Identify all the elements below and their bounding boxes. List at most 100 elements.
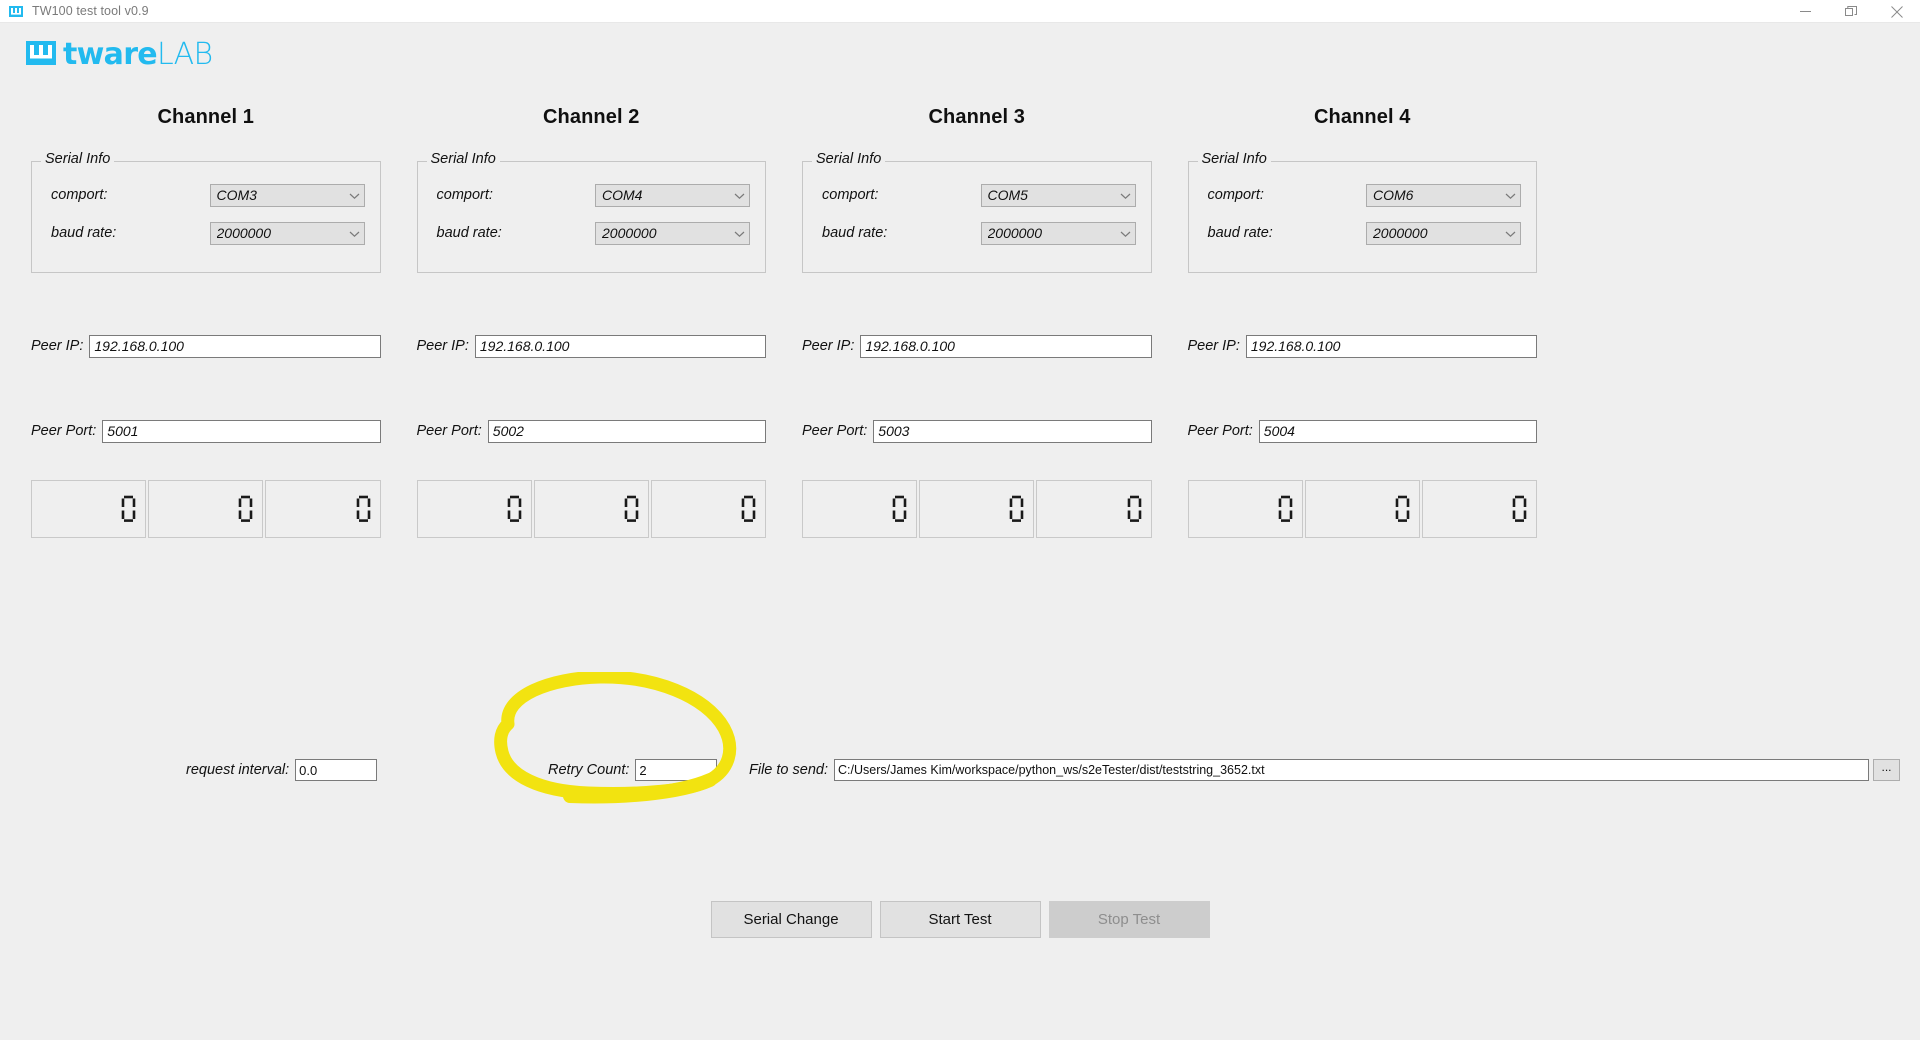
baudrate-label-1: baud rate: [51, 225, 117, 241]
comport-value-3: COM5 [987, 187, 1028, 203]
comport-label-4: comport: [1207, 187, 1264, 203]
comport-row-1: comport: COM3 [32, 176, 380, 214]
peer-port-row-4: Peer Port: 5004 [1187, 419, 1537, 443]
action-buttons: Serial Change Start Test Stop Test [0, 901, 1920, 938]
request-interval-input[interactable]: 0.0 [295, 759, 378, 781]
channel-panel-1: Channel 1 Serial Info comport: COM3 baud… [13, 106, 399, 538]
peer-ip-input-3[interactable]: 192.168.0.100 [860, 334, 1152, 358]
restore-icon[interactable] [1828, 0, 1874, 23]
browse-file-button[interactable]: ... [1873, 759, 1900, 781]
channel-panel-3: Channel 3 Serial Info comport: COM5 baud… [784, 106, 1170, 538]
file-to-send-field: File to send: C:/Users/James Kim/workspa… [749, 759, 1900, 781]
request-interval-field: request interval: 0.0 [186, 759, 378, 781]
channel-title-4: Channel 4 [1314, 106, 1411, 128]
peer-port-label-1: Peer Port: [31, 423, 97, 439]
peer-ip-row-2: Peer IP: 192.168.0.100 [416, 334, 766, 358]
peer-port-label-2: Peer Port: [416, 423, 482, 439]
serial-change-button[interactable]: Serial Change [710, 901, 872, 938]
baudrate-row-3: baud rate: 2000000 [803, 214, 1151, 252]
comport-select-3[interactable]: COM5 [980, 183, 1136, 207]
counter-display-4-2 [1304, 480, 1420, 538]
channels-grid: Channel 1 Serial Info comport: COM3 baud… [13, 106, 1920, 538]
baudrate-select-1[interactable]: 2000000 [209, 221, 365, 245]
peer-ip-input-4[interactable]: 192.168.0.100 [1245, 334, 1537, 358]
chevron-down-icon [349, 187, 360, 203]
peer-port-input-3[interactable]: 5003 [873, 419, 1152, 443]
comport-label-2: comport: [436, 187, 493, 203]
baudrate-select-3[interactable]: 2000000 [980, 221, 1136, 245]
comport-value-4: COM6 [1373, 187, 1414, 203]
counter-display-2-3 [650, 480, 767, 538]
peer-ip-label-2: Peer IP: [416, 338, 469, 354]
serial-info-legend-2: Serial Info [426, 151, 500, 167]
brand-name-light: LAB [156, 36, 213, 72]
comport-value-1: COM3 [216, 187, 257, 203]
close-icon[interactable] [1874, 0, 1920, 23]
comport-select-4[interactable]: COM6 [1366, 183, 1521, 207]
peer-ip-input-2[interactable]: 192.168.0.100 [474, 334, 766, 358]
counter-display-2-1 [416, 480, 532, 538]
counters-row-1 [31, 480, 381, 538]
retry-count-input[interactable]: 2 [635, 759, 718, 781]
baudrate-row-4: baud rate: 2000000 [1189, 214, 1537, 252]
serial-info-legend-3: Serial Info [812, 151, 886, 167]
channel-title-3: Channel 3 [928, 106, 1025, 128]
comport-select-2[interactable]: COM4 [595, 183, 750, 207]
peer-ip-label-4: Peer IP: [1187, 338, 1240, 354]
comport-row-3: comport: COM5 [803, 176, 1151, 214]
peer-port-input-4[interactable]: 5004 [1258, 419, 1537, 443]
counter-display-1-3 [265, 480, 381, 538]
baudrate-select-2[interactable]: 2000000 [595, 221, 750, 245]
chevron-down-icon [1120, 225, 1131, 241]
comport-value-2: COM4 [602, 187, 643, 203]
serial-info-group-3: Serial Info comport: COM5 baud rate: 200… [802, 151, 1152, 273]
baudrate-value-1: 2000000 [216, 225, 272, 241]
comport-select-1[interactable]: COM3 [209, 183, 365, 207]
baudrate-label-3: baud rate: [822, 225, 888, 241]
peer-ip-input-1[interactable]: 192.168.0.100 [89, 334, 381, 358]
start-test-button[interactable]: Start Test [879, 901, 1041, 938]
baudrate-label-4: baud rate: [1207, 225, 1273, 241]
peer-port-row-1: Peer Port: 5001 [31, 419, 381, 443]
peer-port-input-1[interactable]: 5001 [102, 419, 381, 443]
window-controls [1782, 0, 1920, 23]
minimize-icon[interactable] [1782, 0, 1828, 23]
baudrate-select-4[interactable]: 2000000 [1366, 221, 1521, 245]
peer-port-row-2: Peer Port: 5002 [416, 419, 766, 443]
brand-name-bold: tware [63, 36, 158, 72]
serial-info-legend-4: Serial Info [1197, 151, 1271, 167]
chevron-down-icon [1120, 187, 1131, 203]
stop-test-button: Stop Test [1048, 901, 1210, 938]
channel-title-2: Channel 2 [543, 106, 640, 128]
comport-label-3: comport: [822, 187, 879, 203]
counter-display-3-2 [919, 480, 1035, 538]
chevron-down-icon [1505, 225, 1516, 241]
chevron-down-icon [734, 225, 745, 241]
peer-port-input-2[interactable]: 5002 [487, 419, 766, 443]
counters-row-3 [802, 480, 1152, 538]
counter-display-3-3 [1036, 480, 1152, 538]
peer-port-label-3: Peer Port: [802, 423, 868, 439]
chevron-down-icon [349, 225, 360, 241]
baudrate-value-3: 2000000 [987, 225, 1043, 241]
channel-panel-2: Channel 2 Serial Info comport: COM4 baud… [399, 106, 785, 538]
baudrate-row-1: baud rate: 2000000 [32, 214, 380, 252]
counter-display-2-2 [533, 480, 649, 538]
baudrate-value-2: 2000000 [602, 225, 657, 241]
brand-name: twareLAB [63, 36, 213, 72]
counters-row-2 [416, 480, 767, 538]
peer-port-label-4: Peer Port: [1187, 423, 1253, 439]
file-to-send-input[interactable]: C:/Users/James Kim/workspace/python_ws/s… [834, 759, 1869, 781]
highlight-annotation-ellipse [478, 670, 748, 807]
channel-title-1: Channel 1 [157, 106, 254, 128]
chevron-down-icon [734, 187, 745, 203]
title-bar: TW100 test tool v0.9 [0, 0, 1920, 23]
file-to-send-label: File to send: [749, 762, 828, 778]
app-icon [8, 3, 24, 19]
counter-display-1-1 [31, 480, 147, 538]
retry-count-label: Retry Count: [548, 762, 630, 778]
peer-ip-label-1: Peer IP: [31, 338, 84, 354]
counter-display-1-2 [148, 480, 264, 538]
retry-count-field: Retry Count: 2 [548, 759, 718, 781]
chevron-down-icon [1505, 187, 1516, 203]
